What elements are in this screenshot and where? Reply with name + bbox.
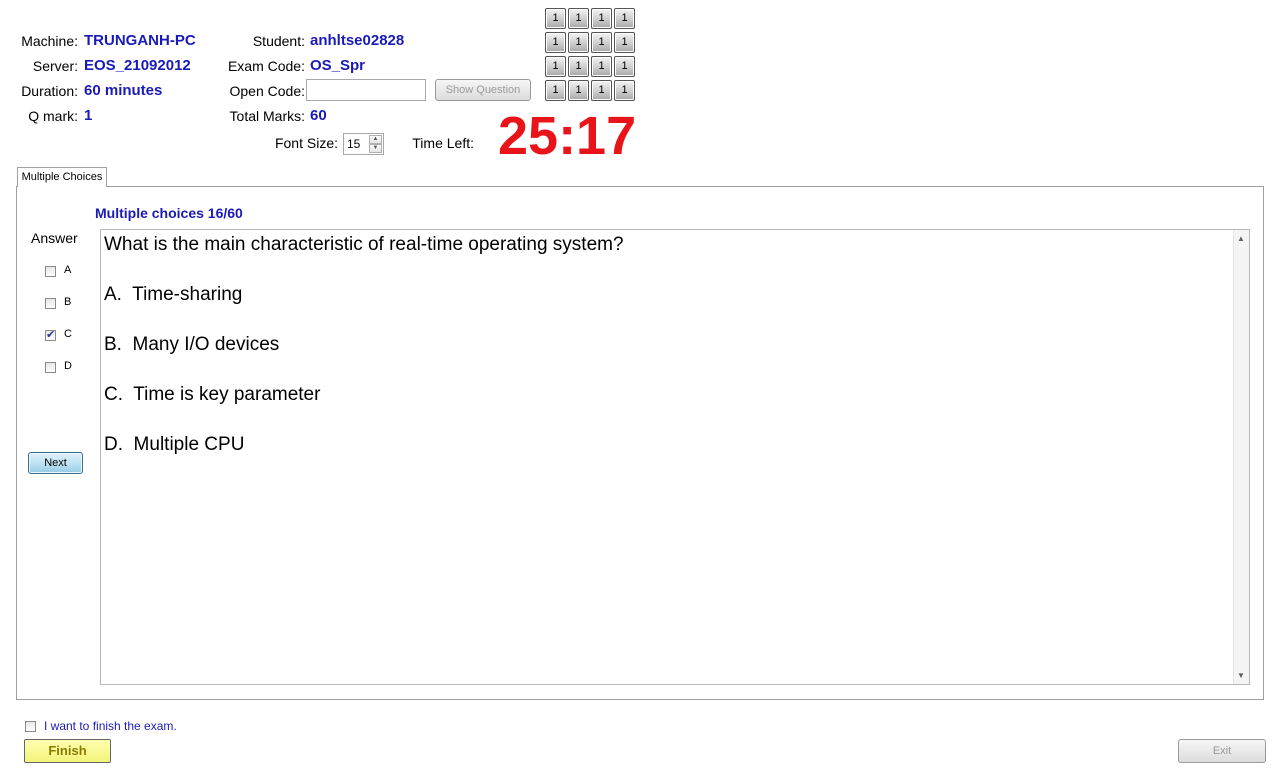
server-label: Server: xyxy=(32,58,78,74)
qmark-value: 1 xyxy=(84,107,93,124)
time-left-value: 25:17 xyxy=(498,106,637,166)
question-grid-button[interactable]: 1 xyxy=(614,80,635,101)
tab-multiple-choices[interactable]: Multiple Choices xyxy=(17,167,107,187)
font-size-label: Font Size: xyxy=(274,135,338,151)
option-a-text: A. Time-sharing xyxy=(104,284,243,305)
option-d-text: D. Multiple CPU xyxy=(104,434,245,455)
exit-button[interactable]: Exit xyxy=(1178,739,1266,763)
question-stem: What is the main characteristic of real-… xyxy=(104,234,624,255)
question-header: Multiple choices 16/60 xyxy=(95,205,243,221)
option-c-text: C. Time is key parameter xyxy=(104,384,321,405)
answer-label: Answer xyxy=(31,230,78,246)
answer-b-checkbox[interactable] xyxy=(45,298,56,309)
question-grid-button[interactable]: 1 xyxy=(591,56,612,77)
question-grid-button[interactable]: 1 xyxy=(614,56,635,77)
duration-label: Duration: xyxy=(21,83,78,99)
question-grid-button[interactable]: 1 xyxy=(545,56,566,77)
finish-button[interactable]: Finish xyxy=(24,739,111,763)
stepper-up-icon[interactable]: ▲ xyxy=(369,135,382,144)
student-value: anhltse02828 xyxy=(310,32,405,49)
question-grid-button[interactable]: 1 xyxy=(591,80,612,101)
answer-a-label: A xyxy=(64,264,72,276)
finish-exam-checkbox[interactable] xyxy=(25,721,36,732)
scroll-up-icon[interactable]: ▲ xyxy=(1237,234,1245,243)
finish-exam-label: I want to finish the exam. xyxy=(44,719,177,733)
font-size-stepper[interactable]: 15 ▲ ▼ xyxy=(343,133,384,155)
exam-code-label: Exam Code: xyxy=(227,58,305,74)
time-left-label: Time Left: xyxy=(412,135,474,151)
question-grid-button[interactable]: 1 xyxy=(591,32,612,53)
answer-d-checkbox[interactable] xyxy=(45,362,56,373)
question-text-area[interactable]: What is the main characteristic of real-… xyxy=(100,229,1250,685)
question-grid-button[interactable]: 1 xyxy=(545,8,566,29)
answer-d-label: D xyxy=(64,360,72,372)
show-question-button[interactable]: Show Question xyxy=(435,79,531,101)
answer-a-checkbox[interactable] xyxy=(45,266,56,277)
vertical-scrollbar[interactable]: ▲ ▼ xyxy=(1233,230,1249,684)
total-marks-label: Total Marks: xyxy=(229,108,305,124)
question-grid-button[interactable]: 1 xyxy=(568,8,589,29)
question-grid-button[interactable]: 1 xyxy=(591,8,612,29)
qmark-label: Q mark: xyxy=(28,108,78,124)
next-button[interactable]: Next xyxy=(28,452,83,474)
stepper-down-icon[interactable]: ▼ xyxy=(369,144,382,153)
duration-value: 60 minutes xyxy=(84,82,163,99)
server-value: EOS_21092012 xyxy=(84,57,191,74)
student-label: Student: xyxy=(252,33,305,49)
question-grid-button[interactable]: 1 xyxy=(614,8,635,29)
open-code-label: Open Code: xyxy=(229,83,306,99)
question-grid-button[interactable]: 1 xyxy=(568,56,589,77)
answer-b-label: B xyxy=(64,296,72,308)
question-grid-button[interactable]: 1 xyxy=(545,80,566,101)
machine-value: TRUNGANH-PC xyxy=(84,32,196,49)
question-grid: 1 1 1 1 1 1 1 1 1 1 1 1 1 1 1 1 xyxy=(545,8,637,101)
machine-label: Machine: xyxy=(21,33,78,49)
answer-c-label: C xyxy=(64,328,72,340)
question-grid-button[interactable]: 1 xyxy=(614,32,635,53)
question-grid-button[interactable]: 1 xyxy=(545,32,566,53)
total-marks-value: 60 xyxy=(310,107,327,124)
scroll-down-icon[interactable]: ▼ xyxy=(1237,671,1245,680)
option-b-text: B. Many I/O devices xyxy=(104,334,280,355)
font-size-value: 15 xyxy=(347,137,361,151)
question-grid-button[interactable]: 1 xyxy=(568,80,589,101)
open-code-input[interactable] xyxy=(306,79,426,101)
answer-c-checkbox[interactable] xyxy=(45,328,56,341)
exam-code-value: OS_Spr xyxy=(310,57,366,74)
question-grid-button[interactable]: 1 xyxy=(568,32,589,53)
